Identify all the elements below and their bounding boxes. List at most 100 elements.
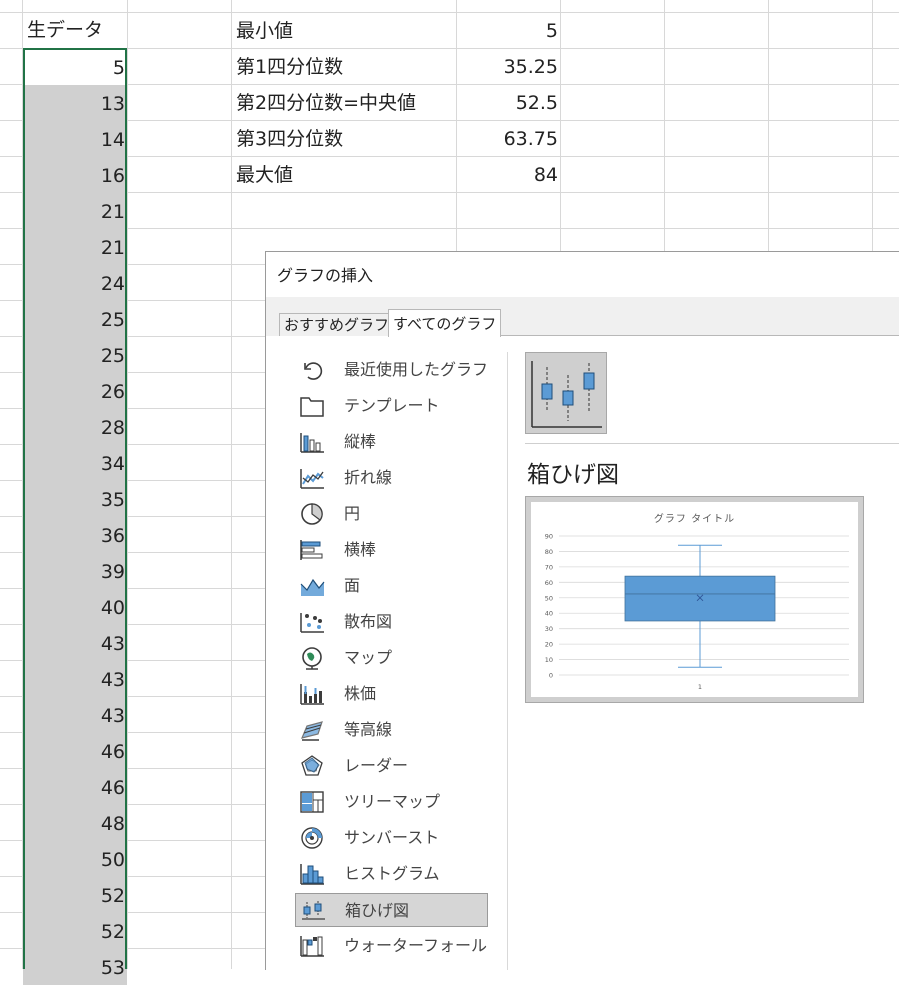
area-chart-icon (300, 578, 325, 596)
chart-category-item[interactable]: レーダー (295, 749, 488, 783)
chart-category-item[interactable]: 面 (295, 569, 488, 603)
chart-category-label: 円 (344, 504, 361, 523)
raw-data-cell[interactable]: 40 (23, 589, 127, 625)
chart-category-item[interactable]: 散布図 (295, 605, 488, 639)
y-tick-label: 40 (545, 610, 553, 618)
raw-data-cell[interactable]: 21 (23, 193, 127, 229)
waterfall-icon (300, 936, 324, 957)
raw-data-cell[interactable]: 36 (23, 517, 127, 553)
chart-category-item[interactable]: テンプレート (295, 389, 488, 423)
chart-category-label: テンプレート (344, 396, 440, 415)
raw-data-cell[interactable]: 50 (23, 841, 127, 877)
raw-data-cell[interactable]: 39 (23, 553, 127, 589)
box-plot-preview: グラフ タイトル 0 10 20 30 40 50 60 70 80 90 1 (531, 502, 858, 697)
stat-value-cell[interactable]: 84 (458, 157, 558, 193)
y-tick-label: 10 (545, 656, 553, 664)
chart-category-item[interactable]: 箱ひげ図 (295, 893, 488, 927)
chart-category-item[interactable]: 縦棒 (295, 425, 488, 459)
stock-chart-icon (300, 684, 324, 705)
raw-data-cell[interactable]: 53 (23, 949, 127, 985)
selected-chart-name: 箱ひげ図 (527, 462, 619, 488)
active-cell[interactable]: 5 (23, 49, 127, 85)
chart-category-item[interactable]: 株価 (295, 677, 488, 711)
raw-data-cell[interactable]: 21 (23, 229, 127, 265)
chart-category-item[interactable]: ツリーマップ (295, 785, 488, 819)
map-globe-icon (302, 647, 322, 670)
panel-separator (507, 352, 508, 970)
chart-category-item[interactable]: ウォーターフォール (295, 929, 488, 963)
y-tick-label: 0 (549, 672, 553, 680)
chart-category-item[interactable]: マップ (295, 641, 488, 675)
stat-value-cell[interactable]: 5 (458, 13, 558, 49)
raw-data-cell[interactable]: 25 (23, 337, 127, 373)
chart-category-label: 折れ線 (344, 468, 393, 487)
bar-chart-icon (300, 540, 323, 560)
stat-value-cell[interactable]: 35.25 (458, 49, 558, 85)
insert-chart-dialog: グラフの挿入 おすすめグラフ すべてのグラフ 最近使用したグラフ テンプレート 縦棒… (265, 251, 899, 970)
raw-data-cell[interactable]: 46 (23, 733, 127, 769)
raw-data-cell[interactable]: 34 (23, 445, 127, 481)
chart-category-label: 箱ひげ図 (345, 901, 410, 920)
raw-data-cell[interactable]: 52 (23, 913, 127, 949)
raw-data-cell[interactable]: 43 (23, 697, 127, 733)
grid-row-line (0, 12, 899, 13)
raw-data-cell[interactable]: 16 (23, 157, 127, 193)
chart-category-item[interactable]: ヒストグラム (295, 857, 488, 891)
line-chart-icon (300, 469, 324, 489)
chart-category-label: レーダー (344, 756, 409, 775)
raw-data-cell[interactable]: 26 (23, 373, 127, 409)
raw-data-cell[interactable]: 25 (23, 301, 127, 337)
stat-label-cell[interactable]: 最大値 (236, 157, 293, 193)
raw-data-cell[interactable]: 13 (23, 85, 127, 121)
y-tick-label: 50 (545, 594, 553, 602)
surface-chart-icon (300, 721, 323, 741)
chart-category-label: 最近使用したグラフ (344, 360, 489, 379)
radar-chart-icon (301, 755, 323, 776)
chart-category-item[interactable]: 等高線 (295, 713, 488, 747)
y-tick-label: 30 (545, 625, 553, 633)
chart-category-label: 面 (344, 576, 361, 595)
grid-row-line (0, 120, 899, 121)
histogram-icon (300, 864, 324, 885)
chart-category-label: ツリーマップ (344, 792, 441, 811)
scatter-chart-icon (300, 613, 324, 633)
chart-category-item[interactable]: 折れ線 (295, 461, 488, 495)
tab-all-charts[interactable]: すべてのグラフ (388, 309, 502, 337)
tab-recommended-charts[interactable]: おすすめグラフ (279, 313, 395, 336)
y-tick-label: 90 (545, 533, 553, 541)
grid-column-line (231, 0, 232, 969)
stat-label-cell[interactable]: 最小値 (236, 13, 293, 49)
stat-label-cell[interactable]: 第3四分位数 (236, 121, 343, 157)
template-folder-icon (300, 397, 324, 417)
chart-preview[interactable]: グラフ タイトル 0 10 20 30 40 50 60 70 80 90 1 (525, 496, 864, 703)
grid-row-line (0, 84, 899, 85)
chart-category-item[interactable]: 円 (295, 497, 488, 531)
chart-category-item[interactable]: 横棒 (295, 533, 488, 567)
subtype-separator (525, 443, 899, 444)
stat-value-cell[interactable]: 52.5 (458, 85, 558, 121)
raw-data-cell[interactable]: 43 (23, 661, 127, 697)
raw-data-cell[interactable]: 46 (23, 769, 127, 805)
chart-category-item[interactable]: 最近使用したグラフ (295, 353, 488, 387)
raw-data-cell[interactable]: 48 (23, 805, 127, 841)
stat-value-cell[interactable]: 63.75 (458, 121, 558, 157)
chart-category-label: 散布図 (344, 612, 393, 631)
box-whisker-subtype-button[interactable] (525, 352, 607, 434)
raw-data-header[interactable]: 生データ (27, 12, 103, 48)
raw-data-cell[interactable]: 14 (23, 121, 127, 157)
treemap-icon (300, 791, 324, 813)
raw-data-cell[interactable]: 24 (23, 265, 127, 301)
chart-category-label: サンバースト (344, 828, 440, 847)
grid-column-line (127, 0, 128, 969)
x-tick-label: 1 (698, 683, 702, 691)
grid-row-line (0, 48, 899, 49)
stat-label-cell[interactable]: 第2四分位数=中央値 (236, 85, 416, 121)
raw-data-cell[interactable]: 52 (23, 877, 127, 913)
raw-data-cell[interactable]: 28 (23, 409, 127, 445)
raw-data-cell[interactable]: 35 (23, 481, 127, 517)
stat-label-cell[interactable]: 第1四分位数 (236, 49, 343, 85)
column-chart-icon (300, 433, 324, 453)
raw-data-cell[interactable]: 43 (23, 625, 127, 661)
chart-category-item[interactable]: サンバースト (295, 821, 488, 855)
recent-icon (304, 362, 323, 380)
